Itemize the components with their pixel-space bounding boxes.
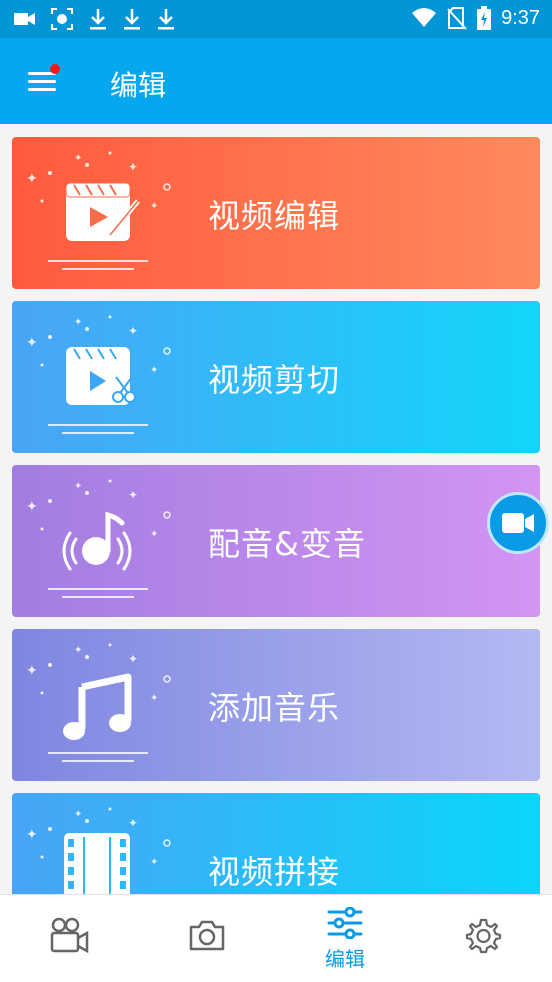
no-sim-icon — [447, 7, 467, 30]
nav-item-settings[interactable] — [414, 895, 552, 982]
svg-text:✦: ✦ — [128, 488, 138, 502]
svg-text:✦: ✦ — [150, 693, 158, 704]
notification-dot — [50, 64, 60, 74]
svg-text:✦: ✦ — [74, 481, 82, 492]
video-icon — [14, 13, 35, 25]
svg-text:✦: ✦ — [26, 663, 38, 679]
nav-label-edit: 编辑 — [325, 947, 365, 971]
card-label: 添加音乐 — [208, 689, 341, 727]
svg-text:✦: ✦ — [128, 652, 138, 666]
svg-text:✦: ✦ — [150, 365, 158, 376]
voice-change-icon: ✦ ✦ ✦ ✦ — [26, 479, 171, 598]
status-bar-left-icons — [14, 7, 176, 31]
music-note-icon: ✦ ✦ ✦ ✦ — [26, 643, 171, 762]
card-label: 视频拼接 — [208, 853, 341, 891]
nav-item-video[interactable] — [0, 895, 138, 982]
video-merge-card[interactable]: ✦ ✦ ✦ ✦ 视频拼接 — [12, 793, 540, 894]
sliders-icon — [327, 907, 363, 939]
camera-icon — [189, 920, 225, 951]
svg-text:✦: ✦ — [128, 816, 138, 830]
svg-text:✦: ✦ — [128, 324, 138, 338]
svg-text:✦: ✦ — [74, 153, 82, 164]
svg-text:✦: ✦ — [74, 317, 82, 328]
video-cut-card[interactable]: ✦ ✦ ✦ ✦ 视频剪切 — [12, 301, 540, 453]
svg-text:✦: ✦ — [74, 809, 82, 820]
settings-gear-icon — [465, 918, 502, 954]
svg-text:✦: ✦ — [150, 857, 158, 868]
svg-text:✦: ✦ — [26, 335, 38, 351]
download-icon — [124, 9, 140, 30]
bottom-navigation: 编辑 — [0, 894, 552, 982]
video-cut-icon: ✦ ✦ ✦ ✦ — [26, 315, 171, 434]
wifi-icon — [412, 8, 437, 27]
feature-list: ✦ ✦ ✦ ✦ 视频编辑 ✦ ✦ ✦ ✦ 视频剪切 ✦ ✦ ✦ ✦ 配音&变音 … — [0, 124, 552, 894]
status-bar-right: 9:37 — [411, 6, 540, 30]
status-time: 9:37 — [501, 6, 540, 29]
nav-item-edit[interactable]: 编辑 — [276, 895, 414, 982]
svg-text:✦: ✦ — [150, 201, 158, 212]
status-bar: 9:37 — [0, 0, 552, 38]
video-camera-icon — [502, 513, 534, 533]
voice-change-card[interactable]: ✦ ✦ ✦ ✦ 配音&变音 — [12, 465, 540, 617]
svg-text:✦: ✦ — [74, 645, 82, 656]
video-edit-icon: ✦ ✦ ✦ ✦ — [26, 151, 171, 270]
svg-text:✦: ✦ — [26, 827, 38, 843]
app-bar: 编辑 — [0, 38, 552, 124]
svg-text:✦: ✦ — [26, 499, 38, 515]
page-title: 编辑 — [110, 69, 167, 102]
card-label: 视频剪切 — [208, 361, 341, 399]
nav-item-camera[interactable] — [138, 895, 276, 982]
screenshot-icon — [51, 8, 73, 30]
movie-camera-icon — [50, 917, 89, 954]
svg-text:✦: ✦ — [128, 160, 138, 174]
svg-text:✦: ✦ — [26, 171, 38, 187]
svg-text:✦: ✦ — [150, 529, 158, 540]
video-edit-card[interactable]: ✦ ✦ ✦ ✦ 视频编辑 — [12, 137, 540, 289]
film-strip-icon: ✦ ✦ ✦ ✦ — [26, 807, 171, 894]
add-music-card[interactable]: ✦ ✦ ✦ ✦ 添加音乐 — [12, 629, 540, 781]
card-label: 配音&变音 — [208, 525, 366, 563]
battery-charging-icon — [477, 6, 492, 30]
floating-record-button[interactable] — [487, 492, 549, 554]
download-icon — [90, 9, 106, 30]
card-label: 视频编辑 — [208, 197, 341, 235]
download-icon — [158, 9, 174, 30]
menu-button[interactable] — [26, 64, 60, 94]
